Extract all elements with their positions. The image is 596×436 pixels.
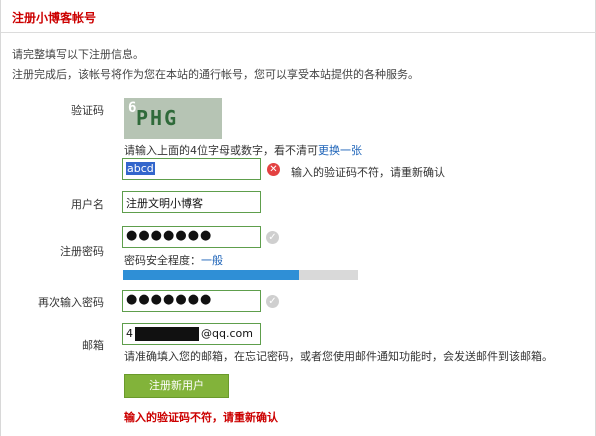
username-input-value: 注册文明小博客	[126, 197, 203, 210]
intro-line-1: 请完整填写以下注册信息。	[12, 48, 144, 61]
confirm-password-input[interactable]: ●●●●●●●	[122, 290, 261, 312]
captcha-input-value: abcd	[126, 162, 155, 175]
captcha-image[interactable]: 6 PHG	[124, 98, 222, 139]
intro-line-2: 注册完成后，该帐号将作为您在本站的通行帐号，您可以享受本站提供的各种服务。	[12, 68, 419, 81]
register-submit-button[interactable]: 注册新用户	[124, 374, 229, 398]
check-icon: ✓	[266, 231, 279, 244]
form-error-message: 输入的验证码不符，请重新确认	[124, 411, 278, 424]
password-strength-value: 一般	[201, 254, 223, 267]
error-x-icon: ✕	[267, 163, 280, 176]
password-label: 注册密码	[60, 245, 104, 258]
password-strength-meter	[123, 270, 358, 280]
confirm-password-input-value: ●●●●●●●	[126, 292, 213, 307]
register-panel: 注册小博客帐号 请完整填写以下注册信息。 注册完成后，该帐号将作为您在本站的通行…	[0, 0, 596, 436]
captcha-label: 验证码	[71, 104, 104, 117]
email-input-prefix: 4	[126, 327, 133, 340]
email-hint: 请准确填入您的邮箱，在忘记密码，或者您使用邮件通知功能时，会发送邮件到该邮箱。	[124, 350, 553, 363]
password-strength-meter-fill	[123, 270, 300, 280]
panel-header: 注册小博客帐号	[1, 0, 596, 33]
username-label: 用户名	[71, 198, 104, 211]
captcha-hint-text: 请输入上面的4位字母或数字，看不清可	[124, 144, 318, 157]
email-label: 邮箱	[82, 339, 104, 352]
captcha-input[interactable]: abcd	[122, 158, 261, 180]
password-strength-label: 密码安全程度：	[124, 254, 201, 267]
check-icon: ✓	[266, 295, 279, 308]
confirm-password-label: 再次输入密码	[38, 296, 104, 309]
captcha-error-message: 输入的验证码不符，请重新确认	[291, 166, 445, 179]
email-input-suffix: @qq.com	[201, 327, 253, 340]
captcha-image-text: PHG	[136, 106, 179, 130]
password-strength: 密码安全程度：一般	[124, 252, 223, 268]
captcha-refresh-link[interactable]: 更换一张	[318, 144, 362, 157]
password-input[interactable]: ●●●●●●●	[122, 226, 261, 248]
captcha-hint: 请输入上面的4位字母或数字，看不清可更换一张	[124, 142, 362, 158]
email-redaction-mask	[135, 327, 199, 341]
page-title: 注册小博客帐号	[12, 11, 97, 25]
password-input-value: ●●●●●●●	[126, 228, 213, 243]
username-input[interactable]: 注册文明小博客	[122, 191, 261, 213]
